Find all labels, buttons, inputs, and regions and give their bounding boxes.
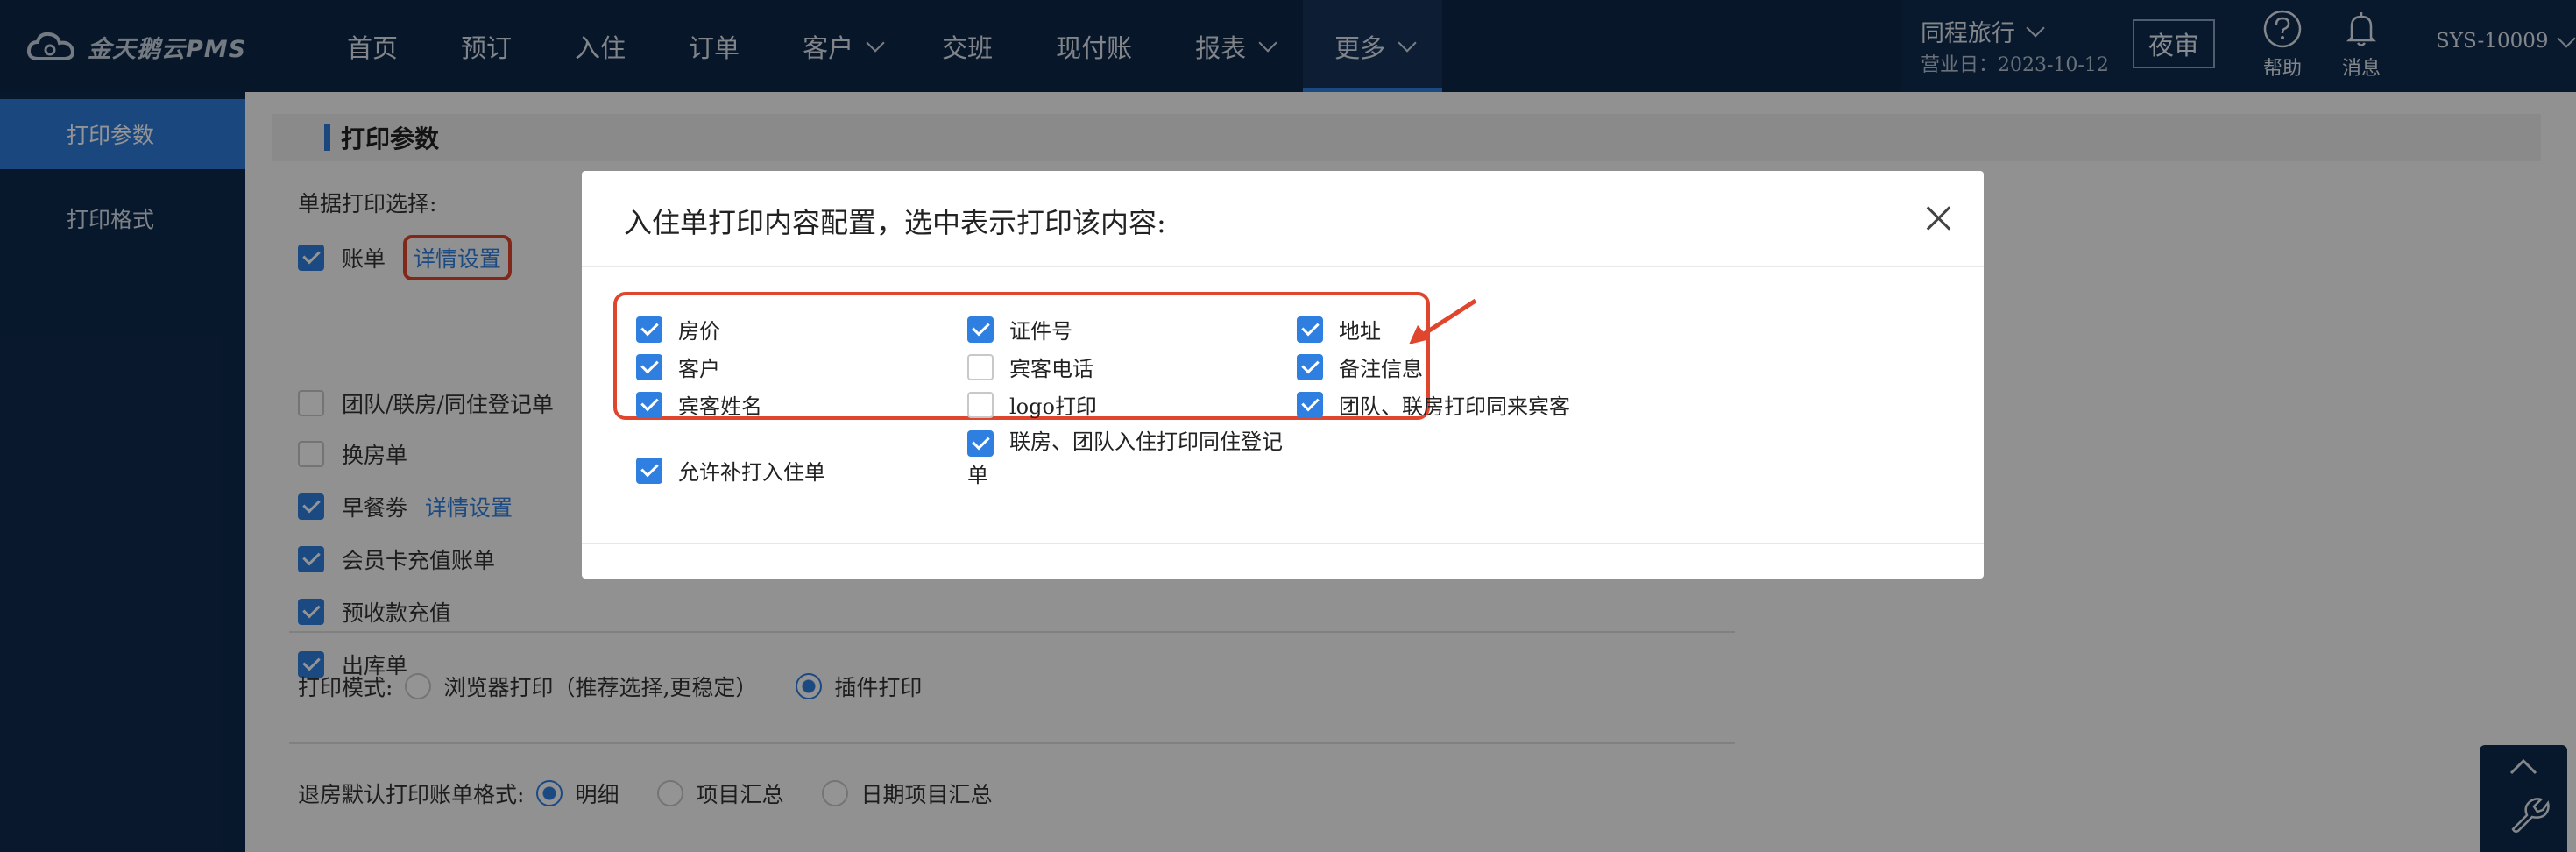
option-label: 允许补打入住单 bbox=[678, 460, 825, 485]
group-fellow-guests-checkbox[interactable] bbox=[1297, 391, 1323, 418]
option-allow-reprint: 允许补打入住单 bbox=[636, 455, 825, 486]
dialog-footer-divider bbox=[582, 543, 1984, 544]
option-label: 宾客电话 bbox=[1009, 357, 1093, 381]
option-guest-phone: 宾客电话 bbox=[967, 351, 1093, 382]
option-label: 地址 bbox=[1339, 319, 1381, 344]
address-checkbox[interactable] bbox=[1297, 316, 1323, 343]
id-number-checkbox[interactable] bbox=[967, 316, 994, 343]
customer-checkbox[interactable] bbox=[636, 353, 662, 380]
checkin-print-config-dialog: 入住单打印内容配置，选中表示打印该内容: 房价 客户 宾客姓名 允许补打入住单 … bbox=[582, 171, 1984, 579]
cohabit-registration-checkbox[interactable] bbox=[967, 430, 994, 457]
option-label: 备注信息 bbox=[1339, 357, 1423, 381]
dialog-header: 入住单打印内容配置，选中表示打印该内容: bbox=[582, 171, 1984, 267]
guest-phone-checkbox[interactable] bbox=[967, 353, 994, 380]
option-id-number: 证件号 bbox=[967, 314, 1072, 344]
option-label: 宾客姓名 bbox=[678, 394, 762, 419]
option-logo-print: logo打印 bbox=[967, 389, 1097, 420]
option-label: 联房、团队入住打印同住登记单 bbox=[967, 430, 1283, 487]
logo-print-checkbox[interactable] bbox=[967, 391, 994, 418]
guest-name-checkbox[interactable] bbox=[636, 391, 662, 418]
option-cohabit-registration: 联房、团队入住打印同住登记单 bbox=[967, 425, 1300, 492]
remarks-checkbox[interactable] bbox=[1297, 353, 1323, 380]
option-guest-name: 宾客姓名 bbox=[636, 389, 762, 420]
option-address: 地址 bbox=[1297, 314, 1381, 344]
option-customer: 客户 bbox=[636, 351, 720, 382]
option-label: 证件号 bbox=[1009, 319, 1072, 344]
option-room-rate: 房价 bbox=[636, 314, 720, 344]
option-label: 客户 bbox=[678, 357, 720, 381]
option-label: logo打印 bbox=[1009, 394, 1097, 419]
allow-reprint-checkbox[interactable] bbox=[636, 457, 662, 484]
option-remarks: 备注信息 bbox=[1297, 351, 1423, 382]
room-rate-checkbox[interactable] bbox=[636, 316, 662, 343]
close-icon[interactable] bbox=[1921, 201, 1956, 236]
modal-backdrop-top[interactable] bbox=[0, 0, 2576, 92]
red-arrow-annotation bbox=[1409, 298, 1477, 344]
option-label: 团队、联房打印同来宾客 bbox=[1339, 394, 1570, 419]
dialog-title: 入住单打印内容配置，选中表示打印该内容: bbox=[624, 206, 1166, 239]
option-group-fellow-guests: 团队、联房打印同来宾客 bbox=[1297, 389, 1570, 420]
option-label: 房价 bbox=[678, 319, 720, 344]
